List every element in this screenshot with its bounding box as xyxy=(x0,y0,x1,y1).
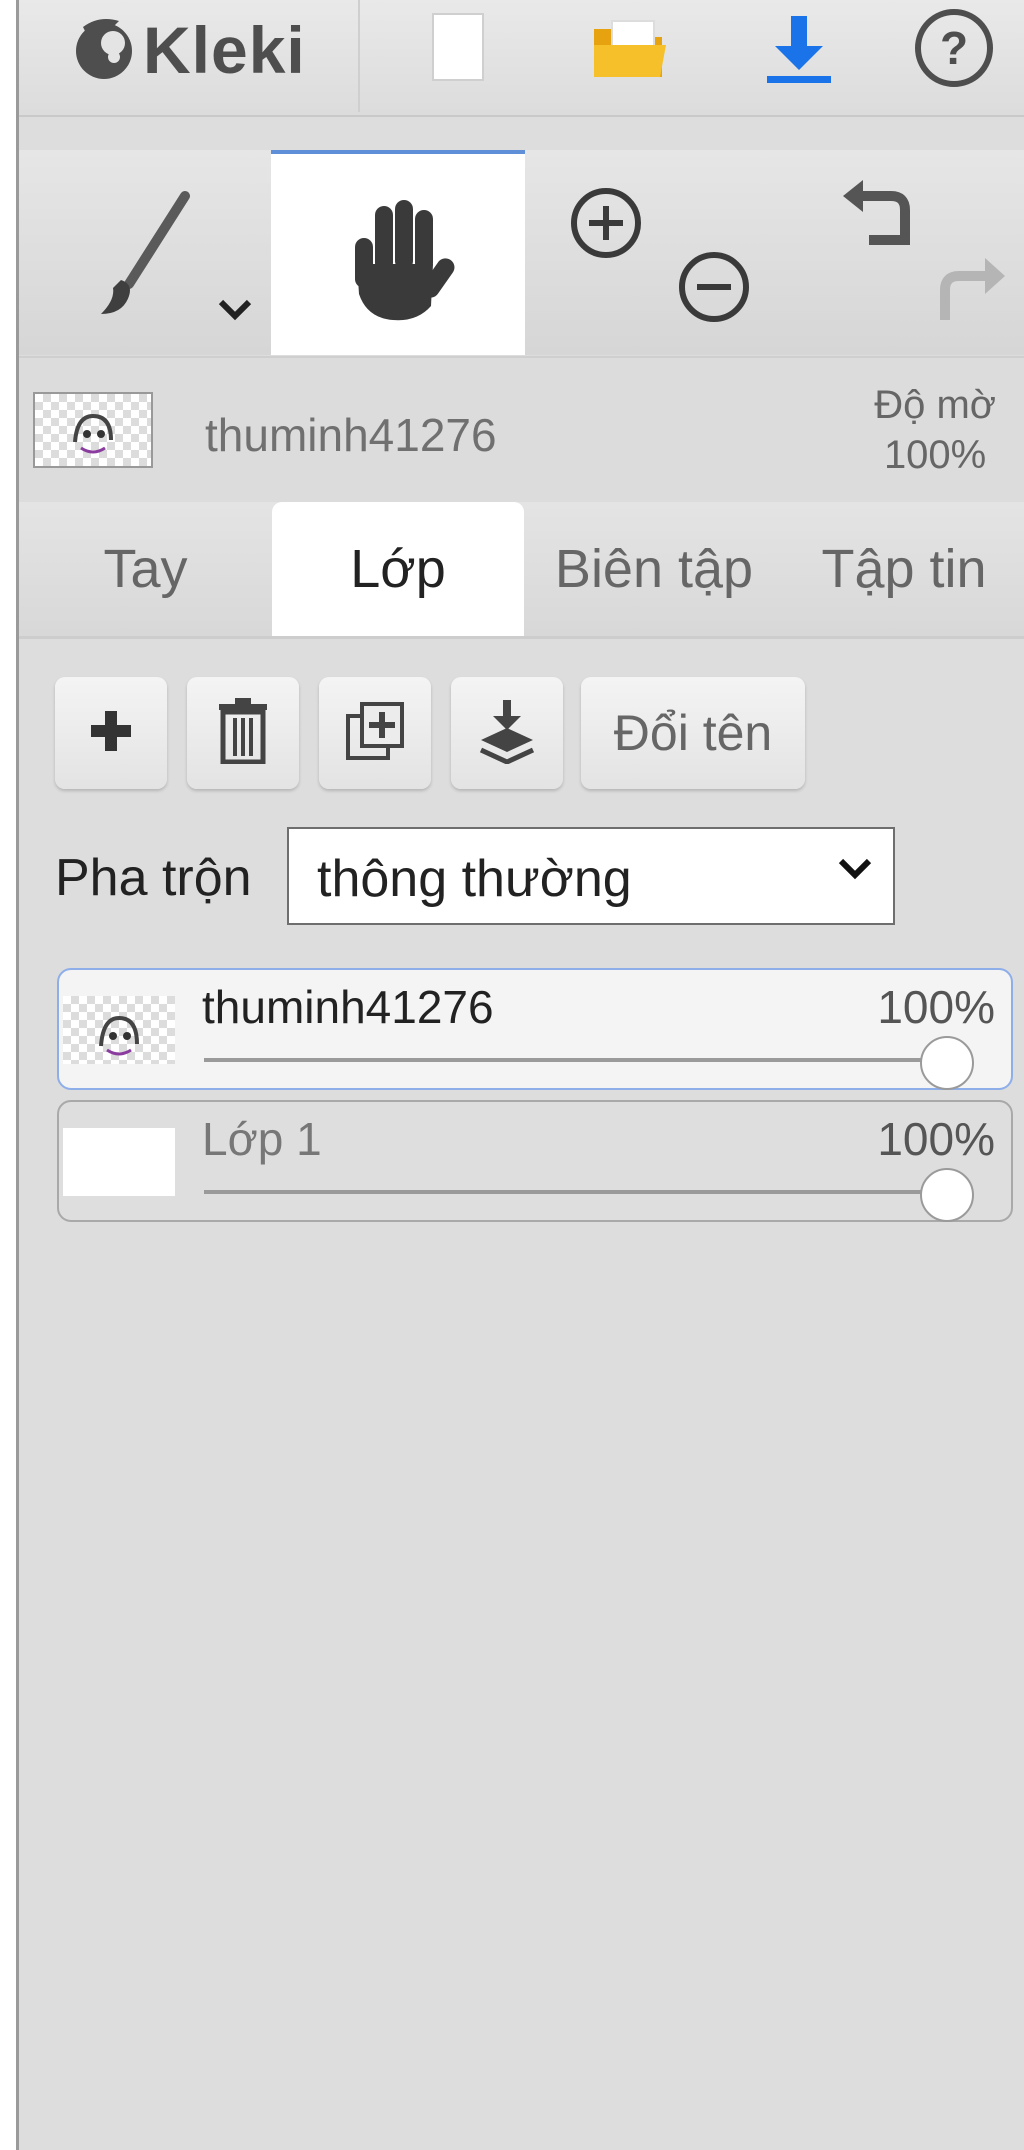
top-bar: Kleki ? xyxy=(19,0,1024,117)
duplicate-layer-button[interactable] xyxy=(319,677,431,789)
kleki-logo-icon xyxy=(69,13,139,88)
layer-preview-row: thuminh41276 Độ mờ 100% xyxy=(19,356,1024,504)
slider-handle[interactable] xyxy=(920,1168,974,1222)
new-image-button[interactable] xyxy=(414,0,504,100)
layer-opacity-slider[interactable] xyxy=(204,1058,959,1062)
new-image-icon xyxy=(429,10,489,91)
plus-icon xyxy=(87,707,135,760)
redo-button[interactable] xyxy=(919,150,1024,355)
brush-tool[interactable] xyxy=(19,150,269,355)
merge-down-icon xyxy=(477,698,537,769)
download-button[interactable] xyxy=(744,0,854,100)
zoom-in-button[interactable] xyxy=(559,150,669,355)
open-button[interactable] xyxy=(574,0,684,100)
tab-file[interactable]: Tập tin xyxy=(784,502,1024,636)
side-panel: Kleki ? thuminh41276 Độ mờ 100% Tay Lớp … xyxy=(19,0,1024,2150)
app-title: Kleki xyxy=(143,13,306,87)
layer-name: Lớp 1 xyxy=(202,1113,322,1165)
brush-icon xyxy=(87,188,197,323)
open-folder-icon xyxy=(590,13,668,88)
opacity-label: Độ mờ xyxy=(874,383,996,427)
undo-button[interactable] xyxy=(819,150,919,355)
help-icon: ? xyxy=(913,7,995,94)
panel-tabs: Tay Lớp Biên tập Tập tin xyxy=(19,502,1024,639)
svg-text:?: ? xyxy=(940,22,968,74)
layer-item-thuminh41276[interactable]: thuminh41276 100% xyxy=(57,968,1013,1090)
hand-icon xyxy=(337,194,457,329)
undo-icon xyxy=(839,178,913,255)
layer-name: thuminh41276 xyxy=(202,981,494,1033)
zoom-in-icon xyxy=(569,186,643,265)
layer-opacity-slider[interactable] xyxy=(204,1190,959,1194)
chevron-down-icon xyxy=(837,857,873,886)
tool-bar xyxy=(19,150,1024,355)
preview-layer-name: thuminh41276 xyxy=(205,409,497,461)
delete-layer-button[interactable] xyxy=(187,677,299,789)
rename-layer-button[interactable]: Đổi tên xyxy=(581,677,805,789)
redo-icon xyxy=(935,250,1009,329)
layer-thumbnail xyxy=(63,996,175,1064)
hand-tool[interactable] xyxy=(271,150,525,355)
tab-edit[interactable]: Biên tập xyxy=(524,502,784,636)
add-layer-button[interactable] xyxy=(55,677,167,789)
opacity-value: 100% xyxy=(883,433,987,477)
blend-mode-value: thông thường xyxy=(317,850,632,908)
trash-icon xyxy=(217,697,269,769)
help-button[interactable]: ? xyxy=(904,0,1004,100)
rename-label: Đổi tên xyxy=(613,705,773,761)
tab-brush[interactable]: Tay xyxy=(19,502,272,636)
opacity-readout: Độ mờ 100% xyxy=(874,380,996,480)
duplicate-icon xyxy=(344,700,406,767)
layer-preview-thumbnail[interactable] xyxy=(33,392,153,468)
layer-thumbnail xyxy=(63,1128,175,1196)
layer-item-lop-1[interactable]: Lớp 1 100% xyxy=(57,1100,1013,1222)
chevron-down-icon[interactable] xyxy=(215,296,255,327)
blend-mode-label: Pha trộn xyxy=(55,849,252,907)
tab-layers[interactable]: Lớp xyxy=(272,502,524,636)
layer-opacity-value: 100% xyxy=(877,981,995,1033)
app-logo[interactable]: Kleki xyxy=(69,0,306,100)
zoom-out-icon xyxy=(677,250,751,329)
merge-down-button[interactable] xyxy=(451,677,563,789)
slider-handle[interactable] xyxy=(920,1036,974,1090)
blend-mode-select[interactable]: thông thường xyxy=(287,827,895,925)
layer-opacity-value: 100% xyxy=(877,1113,995,1165)
zoom-out-button[interactable] xyxy=(669,150,779,355)
download-icon xyxy=(761,10,837,91)
divider xyxy=(358,0,360,112)
